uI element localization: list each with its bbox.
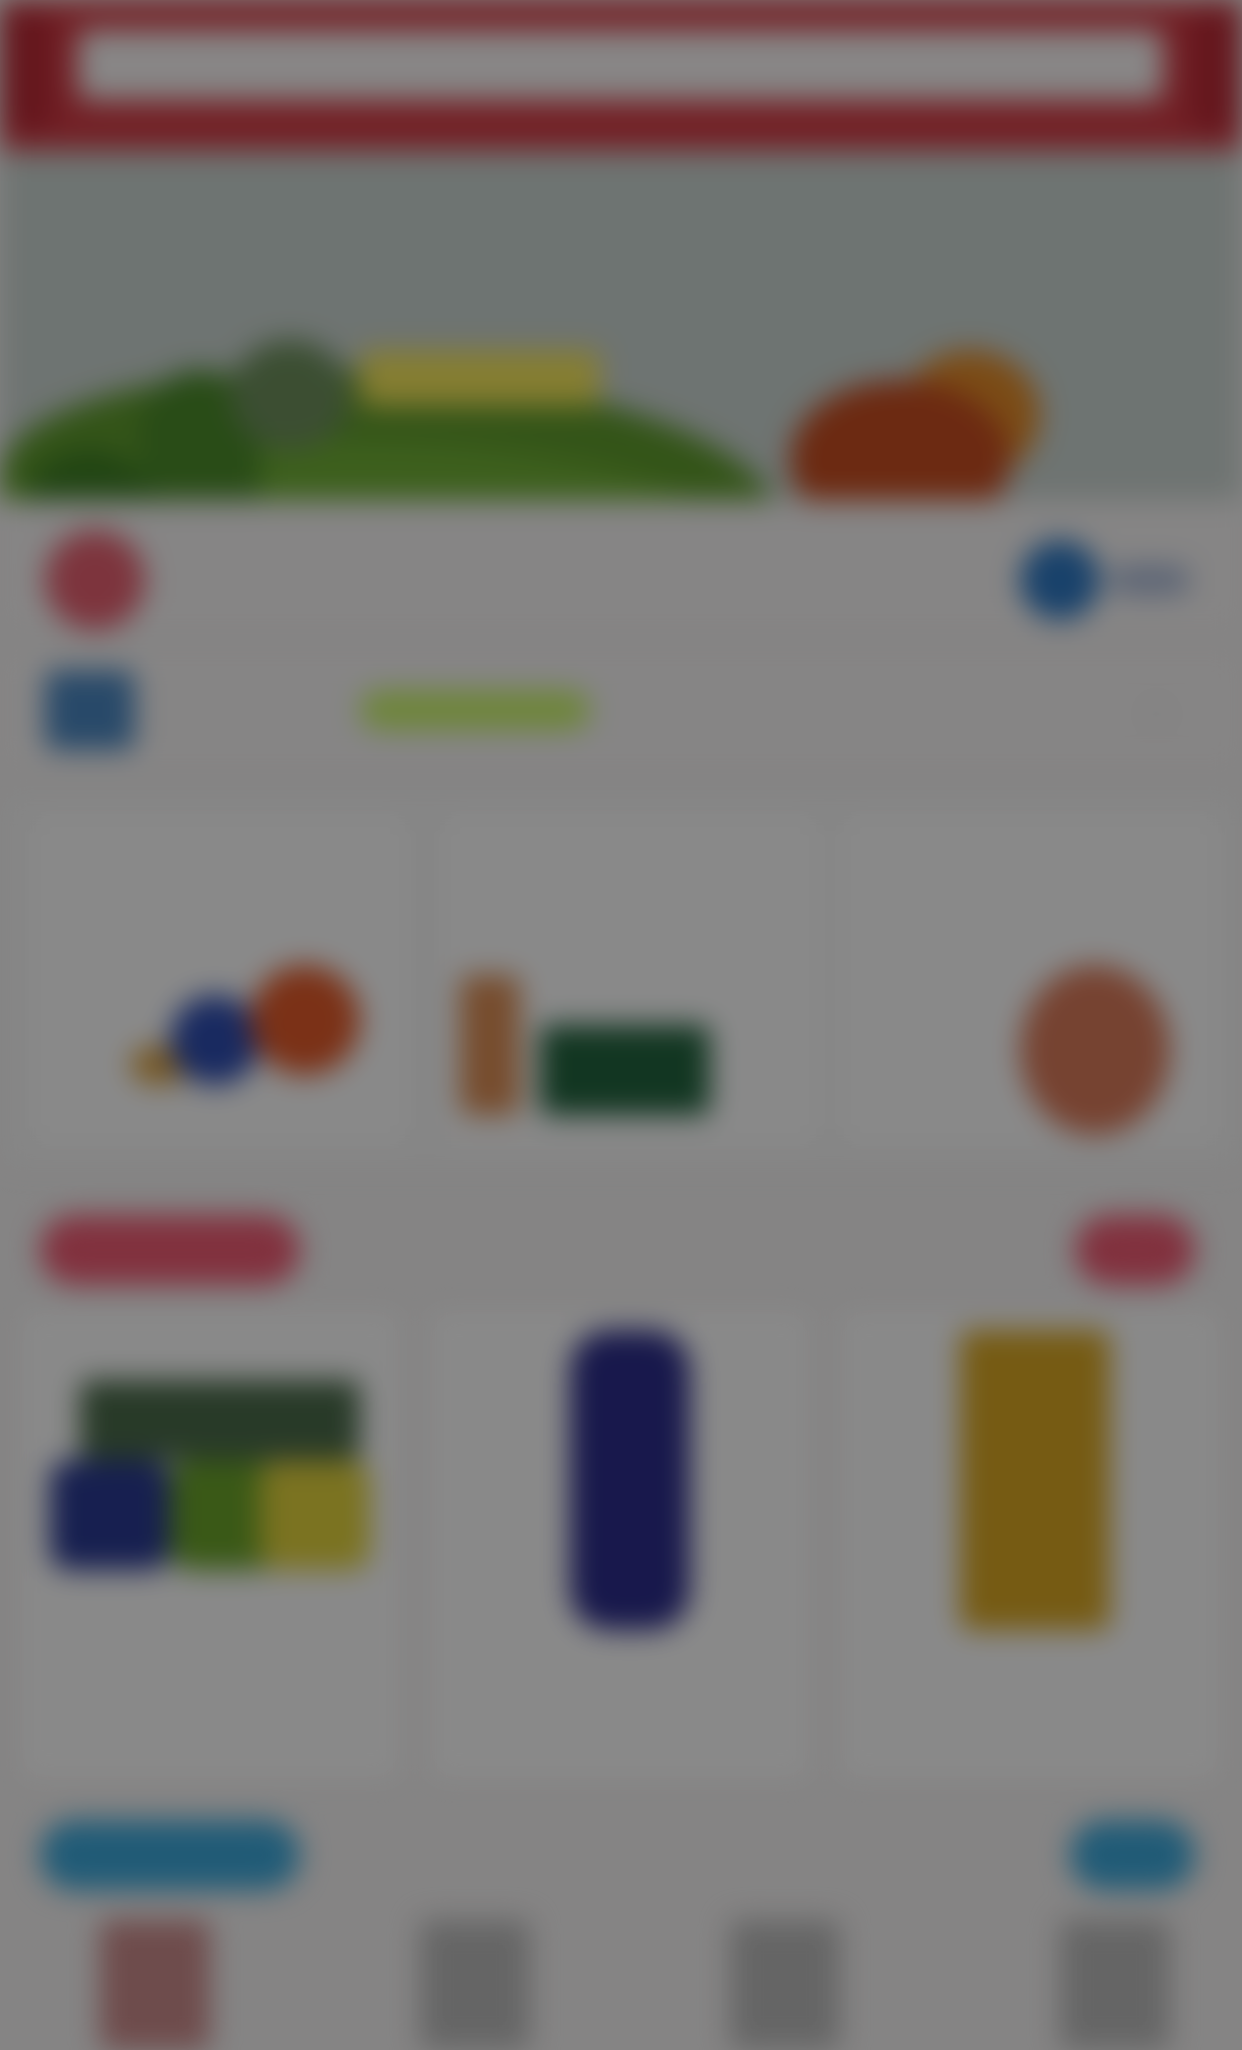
modal-overlay[interactable] bbox=[0, 0, 1242, 2050]
